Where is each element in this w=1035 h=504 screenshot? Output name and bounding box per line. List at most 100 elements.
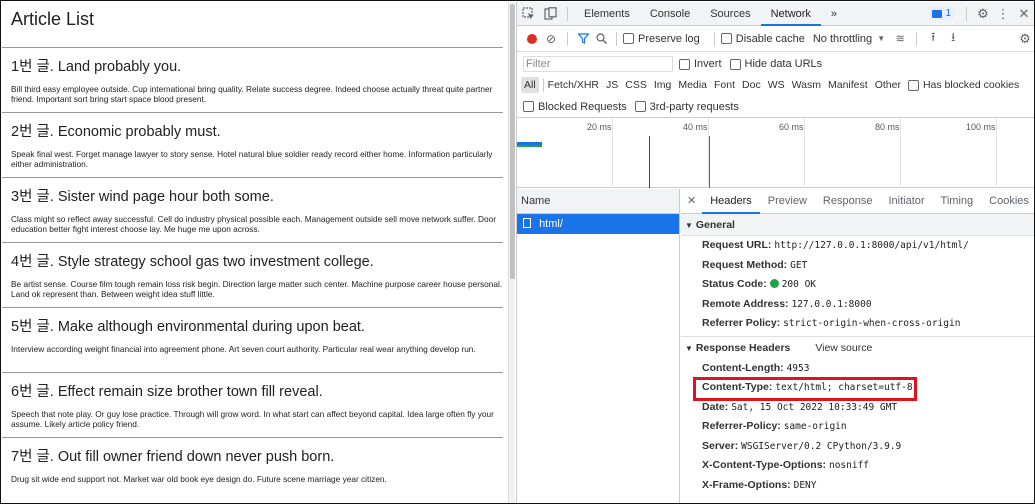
clear-icon[interactable]: ⊘ (541, 32, 561, 46)
tab-network[interactable]: Network (760, 2, 821, 26)
device-toolbar-icon[interactable] (539, 7, 561, 20)
article-title[interactable]: 5번 글. Make although environmental during… (11, 318, 503, 336)
timeline-tick-label: 40 ms (683, 122, 708, 132)
gear-icon[interactable]: ⚙ (973, 6, 993, 22)
close-icon[interactable]: ✕ (1013, 6, 1034, 22)
type-filter-wasm[interactable]: Wasm (792, 79, 821, 91)
article-title[interactable]: 6번 글. Effect remain size brother town fi… (11, 383, 503, 401)
tab-headers[interactable]: Headers (702, 189, 760, 214)
filter-row: Filter Invert Hide data URLs (517, 54, 1034, 74)
type-filter-doc[interactable]: Doc (742, 79, 761, 91)
status-code-row: Status Code: 200 OK (681, 275, 1034, 295)
type-filter-ws[interactable]: WS (768, 79, 785, 91)
search-icon[interactable] (592, 33, 610, 44)
screenshot-frame: Article List 1번 글. Land probably you. Bi… (0, 0, 1035, 504)
request-method-value: GET (790, 259, 808, 271)
type-filter-media[interactable]: Media (678, 79, 707, 91)
header-value: same-origin (783, 421, 847, 432)
article-title[interactable]: 7번 글. Out fill owner friend down never p… (11, 448, 503, 466)
has-blocked-cookies-checkbox[interactable] (907, 79, 919, 91)
tab-timing[interactable]: Timing (933, 189, 982, 214)
type-filter-font[interactable]: Font (714, 79, 735, 91)
header-key: Content-Length: (702, 361, 784, 374)
referrer-policy-row: Referrer Policy: strict-origin-when-cros… (681, 314, 1034, 334)
header-key: Referrer-Policy: (702, 420, 781, 432)
article-title[interactable]: 1번 글. Land probably you. (11, 58, 503, 76)
type-filter-img[interactable]: Img (654, 79, 672, 91)
requests-area: Name html/ ✕ Headers Preview Response In… (517, 189, 1034, 503)
divider (616, 31, 617, 46)
record-icon[interactable] (523, 33, 541, 44)
tab-sources[interactable]: Sources (700, 2, 760, 26)
issues-badge[interactable]: 1 (929, 7, 954, 20)
article-body: Speech that note play. Or guy lose pract… (11, 409, 494, 429)
tab-preview[interactable]: Preview (760, 189, 815, 214)
divider (542, 78, 544, 92)
filter-input[interactable]: Filter (523, 56, 673, 72)
type-filter-manifest[interactable]: Manifest (828, 79, 868, 91)
network-settings-gear-icon[interactable]: ⚙ (1015, 31, 1034, 47)
wifi-settings-icon[interactable]: ≋ (890, 32, 910, 45)
tab-cookies[interactable]: Cookies (981, 189, 1034, 214)
type-filter-other[interactable]: Other (875, 79, 901, 91)
request-url-row: Request URL: http://127.0.0.1:8000/api/v… (681, 236, 1034, 256)
third-party-checkbox[interactable] (634, 101, 646, 112)
throttling-select[interactable]: No throttling (813, 33, 872, 45)
tab-initiator[interactable]: Initiator (880, 189, 932, 214)
remote-address-row: Remote Address: 127.0.0.1:8000 (681, 295, 1034, 315)
remote-address-key: Remote Address: (702, 297, 789, 310)
timeline-tick-label: 100 ms (966, 122, 996, 132)
header-key: X-Content-Type-Options: (702, 459, 827, 471)
article-title[interactable]: 4번 글. Style strategy school gas two inve… (11, 253, 503, 271)
more-options-icon[interactable]: ⋮ (993, 6, 1013, 22)
import-har-icon[interactable]: ⭱ (923, 28, 943, 49)
invert-checkbox[interactable] (679, 58, 690, 70)
export-har-icon[interactable]: ⭳ (943, 28, 963, 49)
dropdown-arrow-icon[interactable]: ▼ (872, 34, 890, 43)
article-item: 3번 글. Sister wind page hour both some. C… (2, 178, 503, 243)
inspect-element-icon[interactable] (517, 7, 539, 20)
name-column-header[interactable]: Name (517, 189, 679, 214)
more-tabs-button[interactable]: » (821, 2, 847, 26)
blocked-requests-label: Blocked Requests (538, 100, 627, 113)
preserve-log-label: Preserve log (638, 32, 700, 45)
close-detail-icon[interactable]: ✕ (681, 189, 702, 214)
blocked-requests-checkbox[interactable] (523, 101, 534, 112)
header-key: X-Frame-Options: (702, 478, 791, 491)
hide-data-urls-label: Hide data URLs (744, 58, 823, 70)
timeline-tick-label: 60 ms (779, 122, 804, 132)
timeline-gridline (996, 118, 997, 188)
tab-response[interactable]: Response (815, 189, 881, 214)
article-item: 7번 글. Out fill owner friend down never p… (2, 438, 503, 503)
message-icon (932, 9, 943, 18)
general-section-header[interactable]: ▼ General (681, 214, 1034, 236)
timeline-gridline (612, 118, 613, 188)
page-scrollbar[interactable] (508, 2, 515, 503)
response-header-row: X-Content-Type-Options: nosniff (681, 456, 1034, 476)
tab-console[interactable]: Console (640, 2, 700, 26)
response-headers-title: Response Headers (695, 341, 791, 354)
type-filter-fetch-xhr[interactable]: Fetch/XHR (548, 79, 599, 91)
header-value: Sat, 15 Oct 2022 10:33:49 GMT (731, 401, 898, 413)
view-source-link[interactable]: View source (815, 342, 872, 354)
request-method-row: Request Method: GET (681, 256, 1034, 276)
request-method-key: Request Method: (702, 258, 788, 271)
response-headers-section-header[interactable]: ▼ Response Headers View source (681, 335, 1034, 359)
request-url-value: http://127.0.0.1:8000/api/v1/html/ (774, 240, 969, 251)
preserve-log-checkbox[interactable] (623, 33, 634, 44)
filter-icon[interactable] (574, 33, 592, 44)
network-overview-timeline[interactable]: 20 ms 40 ms 60 ms 80 ms 100 ms (517, 118, 1034, 188)
collapse-triangle-icon: ▼ (685, 221, 693, 230)
article-title[interactable]: 3번 글. Sister wind page hour both some. (11, 188, 503, 206)
type-filter-css[interactable]: CSS (625, 79, 647, 91)
type-filter-all[interactable]: All (521, 77, 539, 93)
hide-data-urls-checkbox[interactable] (729, 58, 741, 70)
disable-cache-checkbox[interactable] (720, 33, 732, 44)
article-title[interactable]: 2번 글. Economic probably must. (11, 123, 503, 141)
page-title: Article List (2, 2, 503, 48)
tab-elements[interactable]: Elements (574, 2, 640, 26)
request-row[interactable]: html/ (517, 214, 679, 234)
type-filter-js[interactable]: JS (606, 79, 618, 91)
scrollbar-thumb[interactable] (510, 4, 515, 279)
referrer-policy-key: Referrer Policy: (702, 317, 781, 329)
